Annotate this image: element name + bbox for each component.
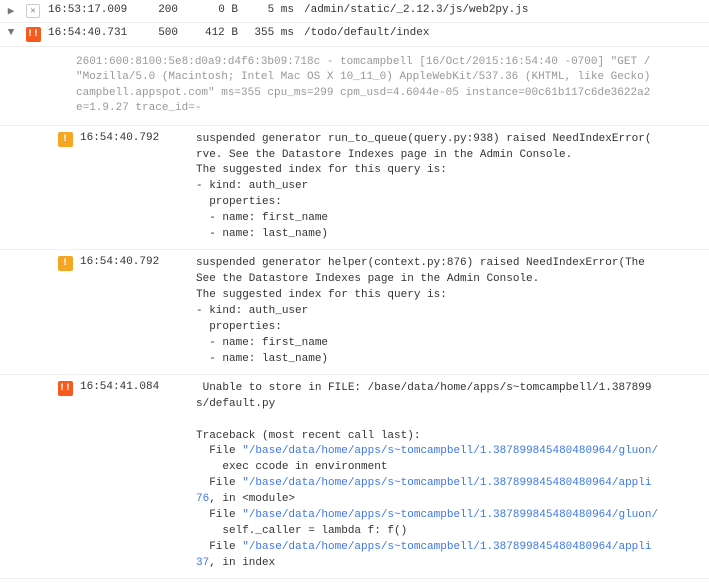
status-x-icon: ✕ [26, 4, 40, 18]
traceback-file-link[interactable]: "/base/data/home/apps/s~tomcampbell/1.38… [242, 477, 651, 489]
log-sub-row[interactable]: ! 16:54:40.792 suspended generator helpe… [0, 250, 709, 375]
traceback-line-number[interactable]: 76 [196, 493, 209, 505]
log-row[interactable]: ▼ !! 16:54:40.731 500 412 B 355 ms /todo… [0, 23, 709, 47]
http-status: 200 [144, 4, 184, 16]
request-path: /todo/default/index [304, 27, 709, 39]
expand-toggle[interactable]: ▼ [0, 27, 22, 39]
bytes: 0 B [184, 4, 244, 16]
bytes: 412 B [184, 27, 244, 39]
error-icon: !! [26, 27, 41, 42]
expand-toggle[interactable]: ▶ [0, 4, 22, 18]
level-icon-col: !! [54, 381, 76, 396]
traceback-file-link[interactable]: "/base/data/home/apps/s~tomcampbell/1.38… [242, 541, 651, 553]
level-icon-col: ! [54, 132, 76, 147]
request-path: /admin/static/_2.12.3/js/web2py.js [304, 4, 709, 16]
traceback-cell: Unable to store in FILE: /base/data/home… [176, 381, 709, 572]
http-status: 500 [144, 27, 184, 39]
traceback-line-number[interactable]: 37 [196, 557, 209, 569]
level-icon-col: ✕ [22, 4, 44, 18]
timestamp: 16:54:40.731 [44, 27, 144, 39]
error-icon: !! [58, 381, 73, 396]
traceback-file-link[interactable]: "/base/data/home/apps/s~tomcampbell/1.38… [242, 445, 658, 457]
timestamp: 16:54:40.792 [76, 132, 176, 144]
timestamp: 16:53:17.009 [44, 4, 144, 16]
log-sub-row[interactable]: ! 16:54:40.792 suspended generator run_t… [0, 126, 709, 251]
timestamp: 16:54:40.792 [76, 256, 176, 268]
duration: 355 ms [244, 27, 304, 39]
log-message: suspended generator helper(context.py:87… [176, 256, 709, 368]
traceback-file-link[interactable]: "/base/data/home/apps/s~tomcampbell/1.38… [242, 509, 658, 521]
warn-icon: ! [58, 132, 73, 147]
level-icon-col: ! [54, 256, 76, 271]
log-sub-row[interactable]: !! 16:54:41.084 Unable to store in FILE:… [0, 375, 709, 579]
log-message: suspended generator run_to_queue(query.p… [176, 132, 709, 244]
duration: 5 ms [244, 4, 304, 16]
level-icon-col: !! [22, 27, 44, 42]
request-detail-text: 2601:600:8100:5e8:d0a9:d4f6:3b09:718c - … [0, 47, 709, 126]
warn-icon: ! [58, 256, 73, 271]
timestamp: 16:54:41.084 [76, 381, 176, 393]
log-row[interactable]: ▶ ✕ 16:53:17.009 200 0 B 5 ms /admin/sta… [0, 0, 709, 23]
